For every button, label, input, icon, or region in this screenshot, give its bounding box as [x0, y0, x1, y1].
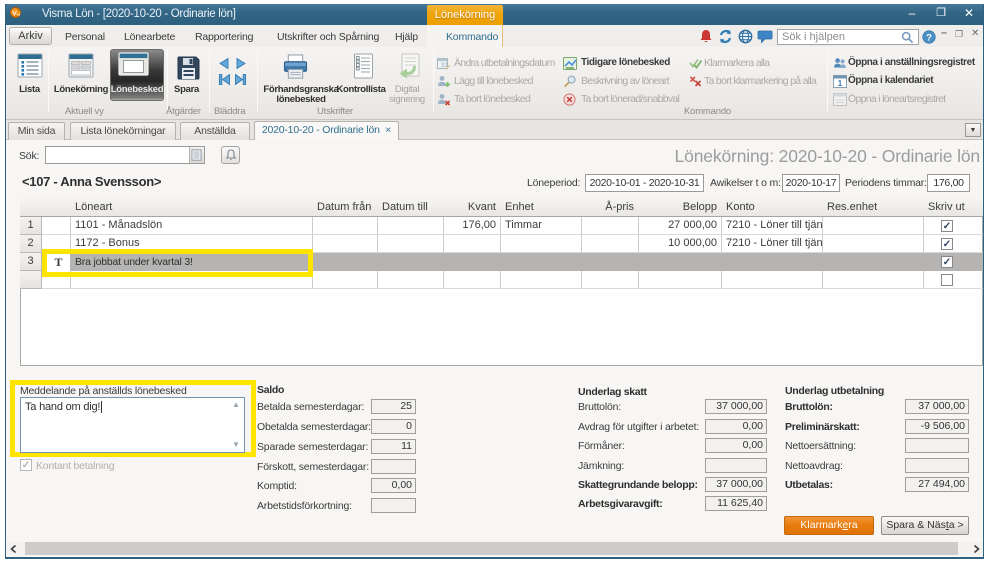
svg-text:1: 1	[838, 79, 843, 88]
svg-text:?: ?	[926, 32, 932, 43]
